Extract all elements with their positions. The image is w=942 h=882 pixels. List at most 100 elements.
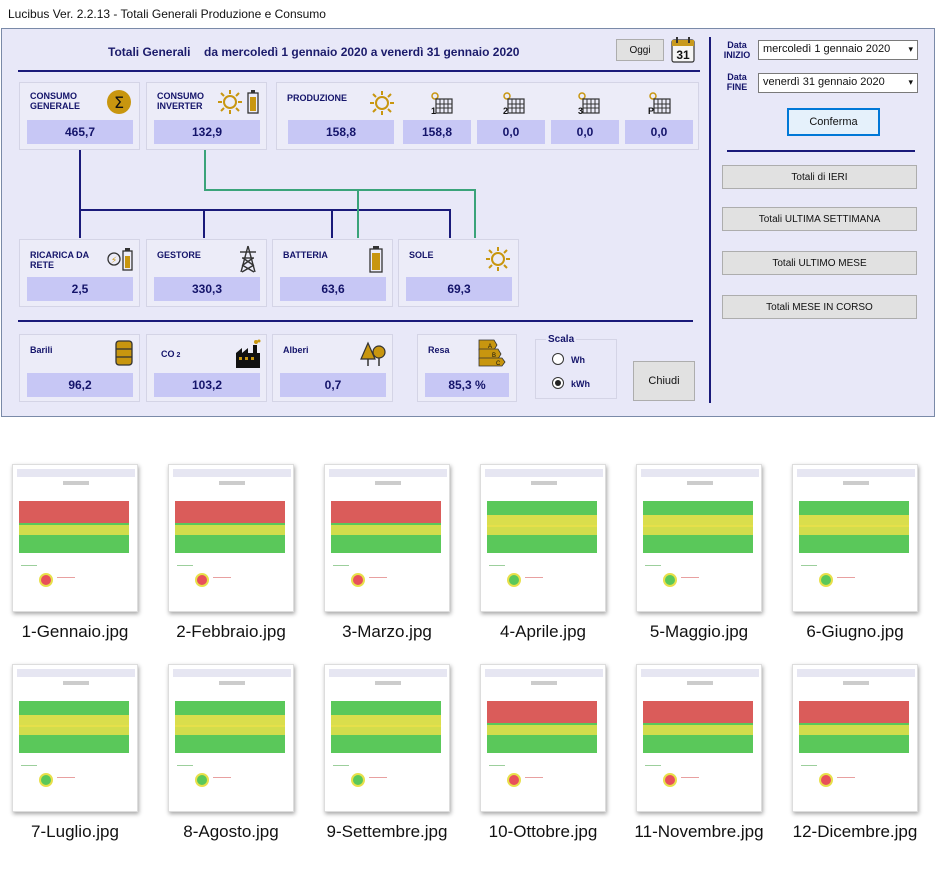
ricarica-label-2: RETE [30, 260, 55, 270]
sigma-icon: Σ [107, 90, 131, 114]
consumo-inverter-value: 132,9 [154, 120, 260, 144]
sole-label: SOLE [409, 250, 434, 260]
close-button[interactable]: Chiudi [633, 361, 695, 401]
connector-line [79, 209, 451, 211]
solar-panel-p-icon: P [648, 92, 671, 116]
file-name-label[interactable]: 5-Maggio.jpg [624, 622, 774, 642]
svg-text:A: A [488, 344, 492, 350]
svg-text:P: P [648, 106, 654, 116]
gestore-value: 330,3 [154, 277, 260, 301]
file-thumbnail[interactable] [480, 664, 606, 812]
totali-ultima-settimana-button[interactable]: Totali ULTIMA SETTIMANA [722, 207, 917, 231]
barili-value: 96,2 [27, 373, 133, 397]
scala-kwh-label[interactable]: kWh [571, 379, 590, 389]
file-thumbnail[interactable] [12, 464, 138, 612]
totali-ultimo-mese-button[interactable]: Totali ULTIMO MESE [722, 251, 917, 275]
trees-icon [360, 341, 386, 366]
right-divider [709, 37, 711, 403]
scala-wh-label[interactable]: Wh [571, 355, 585, 365]
file-thumbnail[interactable] [168, 464, 294, 612]
grid-charge-icon: ⚡ [107, 248, 133, 271]
panel-batteria: BATTERIA 63,6 [272, 239, 393, 307]
file-name-label[interactable]: 11-Novembre.jpg [624, 822, 774, 842]
resa-value: 85,3 % [425, 373, 509, 397]
calendar-icon[interactable]: 31 [671, 37, 695, 63]
alberi-value: 0,7 [280, 373, 386, 397]
file-name-label[interactable]: 3-Marzo.jpg [312, 622, 462, 642]
file-thumbnail[interactable] [792, 464, 918, 612]
calendar-day: 31 [676, 48, 690, 62]
date-range-text: da mercoledì 1 gennaio 2020 a venerdì 31… [204, 45, 520, 59]
totali-ieri-button[interactable]: Totali di IERI [722, 165, 917, 189]
produzione-string-1-value: 158,8 [403, 120, 471, 144]
file-thumbnail[interactable] [324, 464, 450, 612]
alberi-label: Alberi [283, 345, 309, 355]
panel-alberi: Alberi 0,7 [272, 334, 393, 402]
sun-icon [370, 91, 394, 115]
produzione-value: 158,8 [288, 120, 394, 144]
batteria-value: 63,6 [280, 277, 386, 301]
file-name-label[interactable]: 8-Agosto.jpg [156, 822, 306, 842]
file-thumbnail[interactable] [636, 664, 762, 812]
file-thumbnail[interactable] [12, 664, 138, 812]
produzione-string-p-value: 0,0 [625, 120, 693, 144]
file-thumbnail[interactable] [792, 664, 918, 812]
scala-kwh-radio[interactable] [552, 377, 564, 389]
main-client-area: Totali Generali da mercoledì 1 gennaio 2… [1, 28, 935, 417]
barrel-icon [115, 340, 133, 366]
window-title: Lucibus Ver. 2.2.13 - Totali Generali Pr… [0, 0, 936, 28]
consumo-inverter-label-1: CONSUMO [157, 91, 204, 101]
chevron-down-icon: ▾ [908, 77, 913, 87]
file-thumbnail[interactable] [636, 464, 762, 612]
panel-consumo-generale: CONSUMO GENERALE Σ 465,7 [19, 82, 140, 150]
connector-line [331, 209, 333, 238]
sun-icon [486, 247, 510, 271]
file-name-label[interactable]: 2-Febbraio.jpg [156, 622, 306, 642]
connector-line [79, 150, 81, 238]
connector-line [203, 209, 205, 238]
svg-text:⚡: ⚡ [111, 256, 117, 266]
barili-label: Barili [30, 345, 53, 355]
power-tower-icon [240, 245, 256, 273]
file-name-label[interactable]: 12-Dicembre.jpg [780, 822, 930, 842]
ricarica-label-1: RICARICA DA [30, 250, 90, 260]
solar-panel-2-icon: 2 [503, 92, 525, 116]
file-name-label[interactable]: 9-Settembre.jpg [312, 822, 462, 842]
svg-text:2: 2 [503, 106, 508, 116]
divider-top [18, 70, 700, 72]
file-thumbnail[interactable] [480, 464, 606, 612]
file-name-label[interactable]: 6-Giugno.jpg [780, 622, 930, 642]
svg-text:1: 1 [431, 106, 436, 116]
totali-mese-in-corso-button[interactable]: Totali MESE IN CORSO [722, 295, 917, 319]
consumo-generale-label-1: CONSUMO [30, 91, 77, 101]
solar-panel-1-icon: 1 [431, 92, 453, 116]
svg-text:B: B [492, 353, 496, 359]
produzione-string-2-value: 0,0 [477, 120, 545, 144]
co2-label: CO 2 [161, 349, 181, 359]
connector-line-green [204, 189, 476, 191]
solar-panel-3-icon: 3 [578, 92, 600, 116]
scala-title: Scala [546, 334, 577, 345]
ricarica-rete-value: 2,5 [27, 277, 133, 301]
file-name-label[interactable]: 10-Ottobre.jpg [468, 822, 618, 842]
consumo-generale-value: 465,7 [27, 120, 133, 144]
co2-value: 103,2 [154, 373, 260, 397]
data-inizio-select[interactable]: mercoledì 1 gennaio 2020 ▾ [758, 40, 918, 60]
today-button[interactable]: Oggi [616, 39, 664, 61]
file-name-label[interactable]: 7-Luglio.jpg [0, 822, 150, 842]
connector-line [449, 209, 451, 238]
file-name-label[interactable]: 4-Aprile.jpg [468, 622, 618, 642]
panel-barili: Barili 96,2 [19, 334, 140, 402]
divider-middle [18, 320, 693, 322]
file-thumbnail[interactable] [324, 664, 450, 812]
data-fine-select[interactable]: venerdì 31 gennaio 2020 ▾ [758, 73, 918, 93]
scala-wh-radio[interactable] [552, 353, 564, 365]
panel-resa: Resa A B C 85,3 % [417, 334, 517, 402]
conferma-button[interactable]: Conferma [787, 108, 880, 136]
file-name-label[interactable]: 1-Gennaio.jpg [0, 622, 150, 642]
file-thumbnail[interactable] [168, 664, 294, 812]
panel-consumo-inverter: CONSUMO INVERTER 132,9 [146, 82, 267, 150]
sole-value: 69,3 [406, 277, 512, 301]
data-fine-label: Data FINE [726, 72, 748, 92]
battery-icon [369, 246, 383, 273]
